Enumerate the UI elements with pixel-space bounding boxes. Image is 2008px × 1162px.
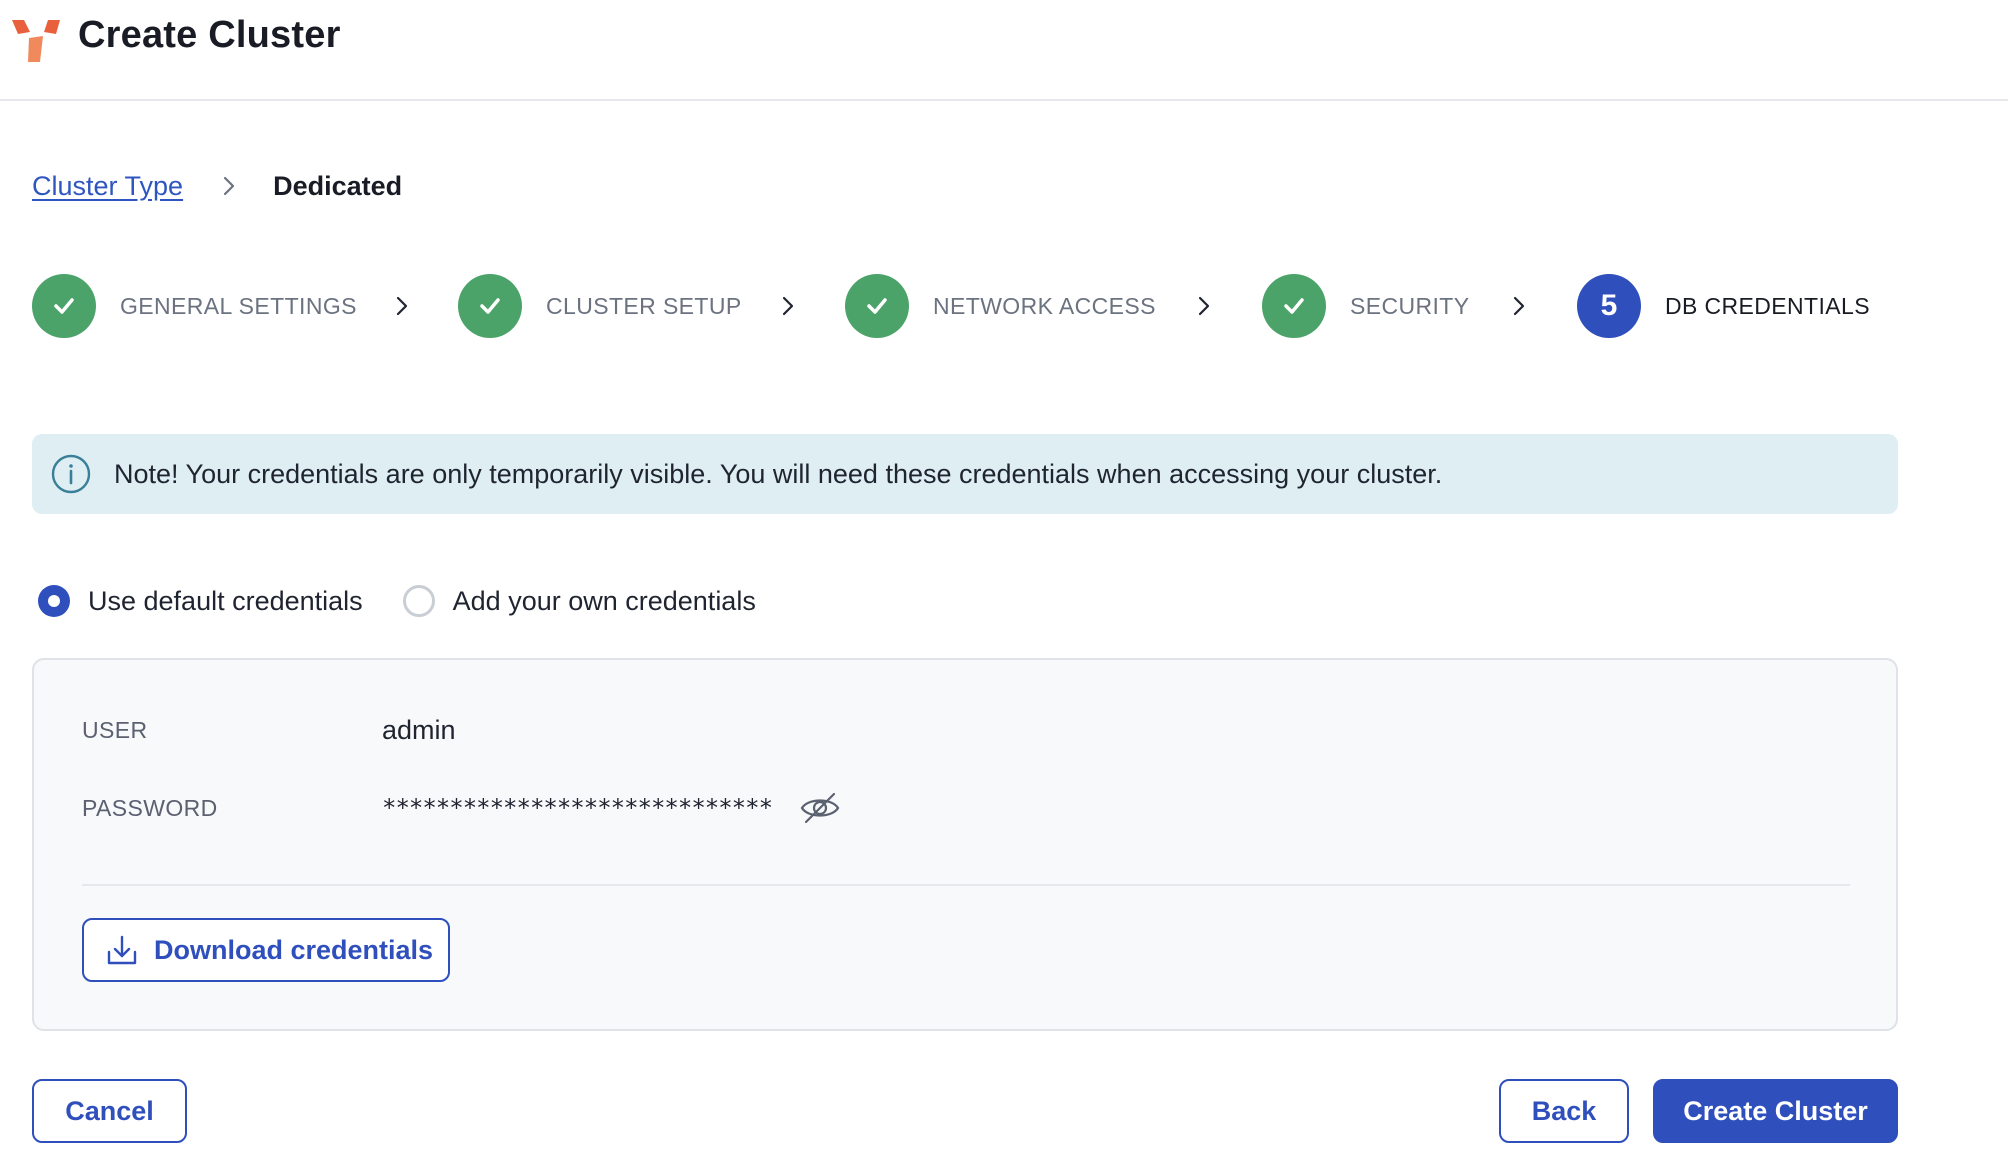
app-header: Create Cluster [0,0,2008,101]
radio-add-own-credentials[interactable]: Add your own credentials [402,585,756,617]
chevron-right-icon [1513,296,1525,316]
check-icon [32,274,96,338]
step-db-credentials: 5 DB CREDENTIALS [1577,274,1870,338]
eye-off-icon [800,792,840,824]
credential-row-user: USER admin [82,710,1842,750]
check-icon [845,274,909,338]
toggle-password-visibility-button[interactable] [798,786,842,830]
step-label: CLUSTER SETUP [546,292,742,319]
step-general-settings: GENERAL SETTINGS [32,274,357,338]
chevron-right-icon [782,296,794,316]
step-label: GENERAL SETTINGS [120,292,357,319]
breadcrumb: Cluster Type Dedicated [32,168,402,204]
radio-checked-icon[interactable] [38,585,70,617]
create-cluster-button[interactable]: Create Cluster [1653,1079,1898,1143]
radio-label: Use default credentials [88,585,363,616]
chevron-right-icon [1198,296,1210,316]
page-title: Create Cluster [78,14,341,56]
radio-unchecked-icon[interactable] [402,585,435,617]
credential-type-radio-group: Use default credentials Add your own cre… [38,583,756,619]
download-credentials-button[interactable]: Download credentials [82,918,450,982]
step-label: DB CREDENTIALS [1665,292,1870,319]
brand-logo [12,20,60,62]
step-security: SECURITY [1262,274,1470,338]
radio-label: Add your own credentials [452,585,756,616]
breadcrumb-link-cluster-type[interactable]: Cluster Type [32,171,183,202]
breadcrumb-current: Dedicated [273,170,403,201]
cancel-button[interactable]: Cancel [32,1079,187,1143]
download-button-label: Download credentials [154,934,434,965]
credential-row-password: PASSWORD ***************************** [82,784,1842,832]
info-icon [51,454,91,494]
step-number-badge: 5 [1577,274,1641,338]
credentials-panel: USER admin PASSWORD ********************… [32,658,1898,1031]
info-notice-text: Note! Your credentials are only temporar… [114,458,1443,489]
chevron-right-icon [223,176,235,196]
user-value: admin [382,714,456,745]
panel-divider [82,884,1850,886]
step-label: NETWORK ACCESS [933,292,1156,319]
password-value: ***************************** [382,794,773,822]
user-label: USER [82,716,148,743]
step-cluster-setup: CLUSTER SETUP [458,274,742,338]
radio-use-default-credentials[interactable]: Use default credentials [38,585,363,617]
wizard-stepper: GENERAL SETTINGS CLUSTER SETUP NETWORK A… [32,274,1932,338]
check-icon [1262,274,1326,338]
download-icon [107,935,137,965]
check-icon [458,274,522,338]
password-label: PASSWORD [82,794,218,821]
back-button[interactable]: Back [1499,1079,1629,1143]
chevron-right-icon [396,296,408,316]
step-network-access: NETWORK ACCESS [845,274,1156,338]
info-notice: Note! Your credentials are only temporar… [32,434,1898,514]
step-label: SECURITY [1350,292,1470,319]
